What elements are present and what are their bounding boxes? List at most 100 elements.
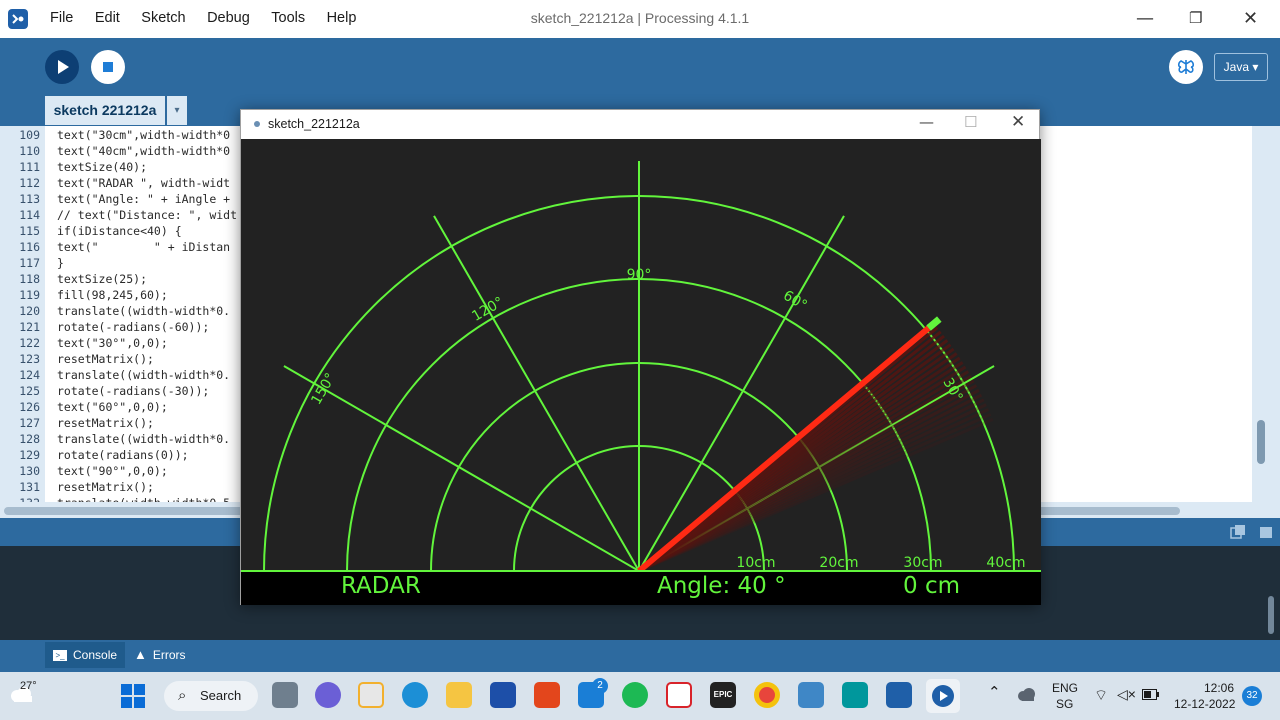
close-button[interactable]: ✕ [1243,8,1258,29]
clock-date[interactable]: 12-12-2022 [1174,697,1235,711]
code-text: rotate(-radians(-60)); [57,320,210,334]
play-icon [58,60,69,74]
weather-temp: 27° [20,680,37,692]
processing-taskbar-icon[interactable] [886,682,912,708]
code-line[interactable]: 122 text("30°",0,0); [0,335,237,351]
spotify-icon[interactable] [622,682,648,708]
run-button[interactable] [45,50,79,84]
code-line[interactable]: 110 text("40cm",width-width*0 [0,143,237,159]
code-line[interactable]: 116 text(" " + iDistan [0,239,237,255]
code-line[interactable]: 127 resetMatrix(); [0,415,237,431]
sketch-close-button[interactable]: ✕ [1011,112,1025,132]
tab-errors[interactable]: ▲ Errors [134,642,186,668]
file-explorer-icon[interactable] [446,682,472,708]
mode-selector[interactable]: Java ▾ [1214,53,1268,81]
tab-sketch[interactable]: sketch 221212a [45,96,165,125]
code-text: text("30cm",width-width*0 [57,128,231,142]
line-number: 120 [19,304,40,318]
arduino-icon[interactable] [842,682,868,708]
maximize-button[interactable]: ❐ [1189,9,1202,27]
notification-badge[interactable]: 32 [1242,686,1262,706]
code-line[interactable]: 132 translate(width-width*0.5 [0,495,237,502]
battery-icon[interactable] [1142,689,1160,700]
play-circle-icon [932,685,954,707]
code-line[interactable]: 119 fill(98,245,60); [0,287,237,303]
angle-readout: Angle: 40 ° [657,573,786,599]
copy-icon[interactable] [1230,524,1246,540]
terminal-icon: >_ [53,650,67,662]
tab-menu-arrow[interactable]: ▾ [167,96,187,125]
code-line[interactable]: 125 rotate(-radians(-30)); [0,383,237,399]
code-text: // text("Distance: ", widt [57,208,238,222]
angle-label: 60° [780,288,810,314]
line-number: 130 [19,464,40,478]
teams-chat-icon[interactable] [315,682,341,708]
search-box[interactable]: ⌕ Search [164,681,258,711]
wifi-icon[interactable]: ⌔ [1094,686,1108,705]
butterfly-icon [1177,60,1195,74]
distance-readout: 0 cm [903,573,960,599]
code-text: rotate(radians(0)); [57,448,189,462]
language-indicator[interactable]: ENG [1052,681,1078,695]
minimize-button[interactable]: — [1136,8,1154,29]
radar-canvas[interactable]: RADAR Angle: 40 ° 0 cm 30° 60° 90° 120° 150°… [241,139,1041,605]
radar-label: RADAR [341,573,421,599]
code-line[interactable]: 130 text("90°",0,0); [0,463,237,479]
app-icon-blue[interactable] [490,682,516,708]
valorant-icon[interactable] [666,682,692,708]
line-number: 109 [19,128,40,142]
console-scroll-thumb[interactable] [1268,596,1274,634]
line-number: 125 [19,384,40,398]
code-line[interactable]: 126 text("60°",0,0); [0,399,237,415]
code-line[interactable]: 109 text("30cm",width-width*0 [0,127,237,143]
code-line[interactable]: 131 resetMatrix(); [0,479,237,495]
task-view-icon[interactable] [272,682,298,708]
code-line[interactable]: 111 textSize(40); [0,159,237,175]
code-line[interactable]: 113 text("Angle: " + iAngle + [0,191,237,207]
code-line[interactable]: 117} [0,255,237,271]
editor-scroll-thumb[interactable] [1257,420,1265,464]
sketch-taskbar-button[interactable] [926,679,960,713]
angle-label: 90° [627,267,652,283]
code-line[interactable]: 114 // text("Distance: ", widt [0,207,237,223]
code-line[interactable]: 123 resetMatrix(); [0,351,237,367]
muted-speaker-icon[interactable]: ◁× [1117,686,1136,703]
office-icon[interactable] [534,682,560,708]
epic-games-icon[interactable]: EPIC [710,682,736,708]
code-line[interactable]: 120 translate((width-width*0. [0,303,237,319]
code-line[interactable]: 112 text("RADAR ", width-widt [0,175,237,191]
debug-mode-button[interactable] [1169,50,1203,84]
line-number: 115 [19,224,40,238]
edge-browser-icon[interactable] [402,682,428,708]
sketch-window-title: sketch_221212a [268,117,360,131]
notepad-icon[interactable] [798,682,824,708]
line-number: 128 [19,432,40,446]
onedrive-icon[interactable] [1016,687,1036,701]
tray-chevron-icon[interactable]: ⌃ [988,683,1001,701]
sketch-minimize-button[interactable]: — [919,113,934,131]
code-lines: 109 text("30cm",width-width*0 110 text("40c… [0,127,237,502]
code-text: } [57,256,64,270]
store-icon[interactable] [358,682,384,708]
distance-label: 10cm [736,555,775,571]
chrome-icon[interactable] [754,682,780,708]
code-line[interactable]: 118 textSize(25); [0,271,237,287]
clear-console-icon[interactable] [1258,524,1274,540]
clock-time[interactable]: 12:06 [1204,681,1234,695]
line-number: 119 [19,288,40,302]
code-line[interactable]: 121 rotate(-radians(-60)); [0,319,237,335]
line-number: 124 [19,368,40,382]
code-line[interactable]: 129 rotate(radians(0)); [0,447,237,463]
windows-start-icon[interactable] [121,684,145,708]
sketch-maximize-button[interactable]: ☐ [964,113,977,131]
tab-console[interactable]: >_ Console [45,642,125,668]
code-line[interactable]: 124 translate((width-width*0. [0,367,237,383]
line-number: 123 [19,352,40,366]
sketch-window[interactable]: sketch_221212a — ☐ ✕ RADAR Angle: 40 ° 0… [240,109,1041,605]
line-number: 113 [19,192,40,206]
search-icon: ⌕ [178,686,187,704]
stop-button[interactable] [91,50,125,84]
code-line[interactable]: 115 if(iDistance<40) { [0,223,237,239]
code-line[interactable]: 128 translate((width-width*0. [0,431,237,447]
code-text: text(" " + iDistan [57,240,231,254]
